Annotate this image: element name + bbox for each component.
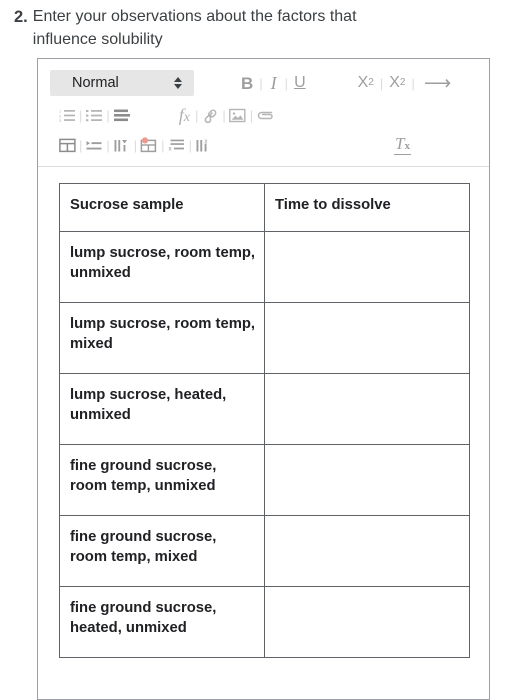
script-group: X2 | X2 | ⟶ bbox=[353, 72, 458, 94]
table-header-time[interactable]: Time to dissolve bbox=[264, 183, 470, 232]
delete-column-icon[interactable]: x bbox=[193, 135, 215, 155]
screenshot-root: 2. Enter your observations about the fac… bbox=[0, 0, 528, 700]
table-cell-sample[interactable]: lump sucrose, heated, unmixed bbox=[59, 373, 265, 445]
underline-button[interactable]: U bbox=[289, 72, 311, 94]
svg-text:3: 3 bbox=[59, 118, 62, 122]
toolbar-row-table: | | | | x | x Tx bbox=[46, 130, 481, 160]
formula-icon[interactable]: fx bbox=[175, 105, 194, 126]
editor-content: Sucrose sample Time to dissolve lump suc… bbox=[38, 167, 489, 658]
table-cell-sample[interactable]: fine ground sucrose, heated, unmixed bbox=[59, 586, 265, 658]
table-icon[interactable] bbox=[56, 135, 78, 155]
table-cell-time[interactable] bbox=[264, 231, 470, 303]
subscript-button[interactable]: X2 bbox=[353, 72, 379, 94]
text-style-group: B | I | U bbox=[236, 71, 311, 95]
question-prompt: 2. Enter your observations about the fac… bbox=[0, 0, 528, 51]
image-icon[interactable] bbox=[227, 105, 249, 125]
table-row: lump sucrose, room temp, unmixed bbox=[59, 231, 470, 303]
table-row: lump sucrose, heated, unmixed bbox=[59, 373, 470, 445]
style-dropdown-value: Normal bbox=[72, 75, 119, 91]
table-header-sample[interactable]: Sucrose sample bbox=[59, 183, 265, 232]
italic-button[interactable]: I bbox=[264, 71, 284, 95]
clear-formatting-icon[interactable]: Tx bbox=[394, 135, 411, 155]
toolbar-row-lists: 1 2 3 | | fx | | | bbox=[46, 100, 481, 130]
link-icon[interactable] bbox=[199, 105, 221, 125]
table-cell-time[interactable] bbox=[264, 373, 470, 445]
numbered-list-icon[interactable]: 1 2 3 bbox=[56, 105, 78, 125]
svg-text:x: x bbox=[204, 138, 208, 145]
table-row: fine ground sucrose, room temp, mixed bbox=[59, 515, 470, 587]
spinner-updown-icon bbox=[174, 77, 182, 89]
observations-table: Sucrose sample Time to dissolve lump suc… bbox=[59, 183, 470, 658]
table-cell-sample[interactable]: fine ground sucrose, room temp, unmixed bbox=[59, 444, 265, 516]
delete-row-icon[interactable]: x bbox=[166, 135, 188, 155]
merge-cells-icon[interactable] bbox=[138, 135, 160, 155]
editor-toolbar: Normal B | I | U X2 | X2 | ⟶ 1 2 3 | | f… bbox=[38, 59, 489, 167]
table-cell-time[interactable] bbox=[264, 586, 470, 658]
table-cell-sample[interactable]: lump sucrose, room temp, mixed bbox=[59, 302, 265, 374]
paperclip-icon[interactable] bbox=[254, 105, 276, 125]
table-cell-time[interactable] bbox=[264, 444, 470, 516]
insert-arrow-icon[interactable]: ⟶ bbox=[416, 74, 457, 93]
table-row: lump sucrose, room temp, mixed bbox=[59, 302, 470, 374]
style-dropdown[interactable]: Normal bbox=[50, 70, 194, 96]
table-cell-sample[interactable]: lump sucrose, room temp, unmixed bbox=[59, 231, 265, 303]
table-cell-time[interactable] bbox=[264, 515, 470, 587]
align-icon[interactable] bbox=[111, 105, 133, 125]
bold-button[interactable]: B bbox=[236, 72, 258, 95]
table-cell-sample[interactable]: fine ground sucrose, room temp, mixed bbox=[59, 515, 265, 587]
svg-text:x: x bbox=[168, 145, 172, 152]
table-row: fine ground sucrose, room temp, unmixed bbox=[59, 444, 470, 516]
bulleted-list-icon[interactable] bbox=[83, 105, 105, 125]
rich-text-editor: Normal B | I | U X2 | X2 | ⟶ 1 2 3 | | f… bbox=[37, 58, 490, 700]
toolbar-row-formatting: Normal B | I | U X2 | X2 | ⟶ bbox=[46, 66, 481, 100]
insert-column-icon[interactable] bbox=[111, 135, 133, 155]
insert-row-icon[interactable] bbox=[83, 135, 105, 155]
table-header-row: Sucrose sample Time to dissolve bbox=[59, 183, 470, 232]
table-cell-time[interactable] bbox=[264, 302, 470, 374]
table-row: fine ground sucrose, heated, unmixed bbox=[59, 586, 470, 658]
question-text: Enter your observations about the factor… bbox=[32, 8, 357, 48]
superscript-button[interactable]: X2 bbox=[384, 72, 410, 94]
question-number: 2. bbox=[14, 8, 28, 26]
